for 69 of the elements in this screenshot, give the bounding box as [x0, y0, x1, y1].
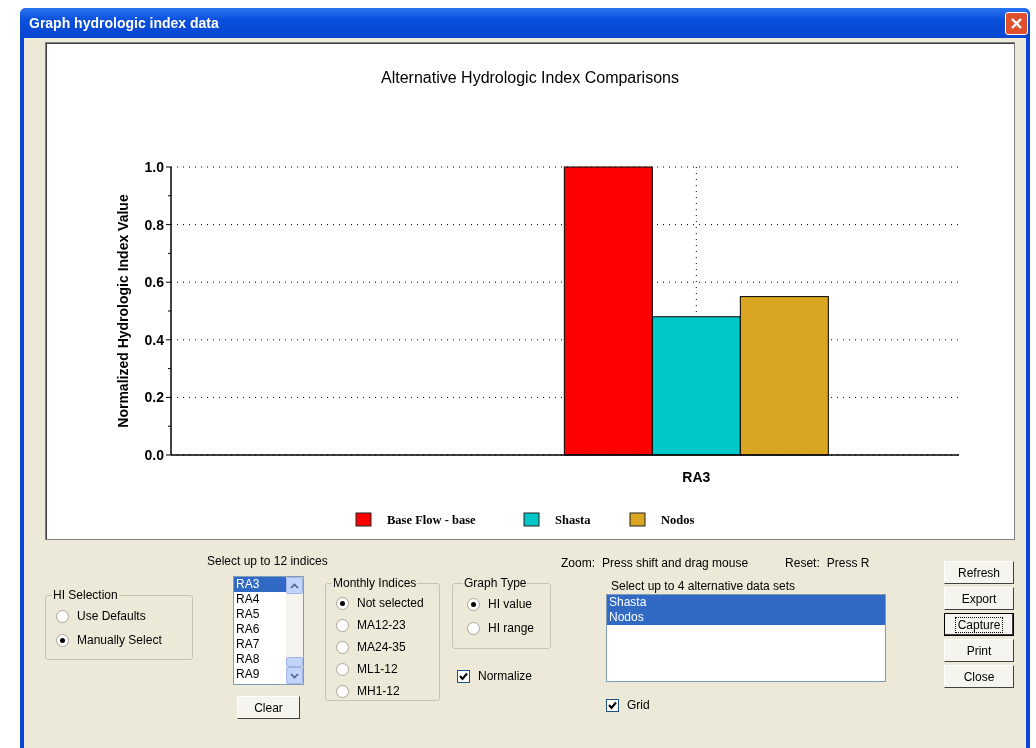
list-item[interactable]: RA3 [234, 577, 286, 592]
radio-button[interactable] [336, 618, 349, 632]
chevron-up-icon[interactable] [290, 582, 299, 589]
radio-label[interactable]: MH1-12 [357, 684, 400, 698]
list-item[interactable]: RA9 [234, 667, 286, 682]
legend-swatch [629, 512, 646, 527]
radio-button[interactable] [56, 633, 69, 647]
list-item[interactable]: Nodos [607, 610, 885, 625]
indices-listbox[interactable]: RA3 RA4 RA5 RA6 RA7 RA8 RA9 [233, 576, 304, 685]
radio-button[interactable] [336, 684, 349, 698]
radio-label[interactable]: HI range [488, 621, 535, 635]
datasets-listbox[interactable]: Shasta Nodos [606, 594, 886, 682]
dialog-button[interactable]: Export [944, 587, 1014, 610]
datasets-label: Select up to 4 alternative data sets [611, 579, 797, 594]
radio-button[interactable] [467, 621, 480, 635]
group-title: Graph Type [463, 576, 528, 590]
list-item[interactable]: RA6 [234, 622, 286, 637]
radio-label[interactable]: ML1-12 [357, 662, 398, 676]
legend-label: Nodos [661, 513, 695, 527]
radio-label[interactable]: MA12-23 [357, 618, 406, 632]
axis-title: Normalized Hydrologic Index Value [115, 194, 131, 428]
hint-text: Press shift and drag mouse [602, 556, 749, 572]
dialog-button[interactable]: Refresh [944, 561, 1014, 584]
list-item[interactable]: RA8 [234, 652, 286, 667]
tick-label: 1.0 [144, 159, 164, 175]
radio-label[interactable]: Use Defaults [77, 609, 146, 623]
group-title: HI Selection [52, 588, 119, 602]
radio-label[interactable]: Not selected [357, 596, 424, 610]
radio-button[interactable] [56, 609, 69, 623]
radio-button[interactable] [336, 640, 349, 654]
list-item[interactable]: RA4 [234, 592, 286, 607]
close-icon[interactable] [1005, 11, 1028, 35]
legend-label: Shasta [555, 513, 591, 527]
checkbox-label[interactable]: Normalize [478, 669, 532, 683]
tick-label: 0.8 [144, 216, 164, 233]
radio-label[interactable]: HI value [488, 597, 533, 611]
radio-label[interactable]: MA24-35 [357, 640, 406, 654]
legend-label: Base Flow - base [387, 513, 476, 527]
tick-label: 0.4 [144, 331, 164, 348]
radio-button[interactable] [336, 596, 349, 610]
hint-text: Press R [826, 556, 870, 572]
window-title: Graph hydrologic index data [29, 15, 219, 31]
clear-button[interactable]: Clear [237, 696, 300, 719]
group-title: Monthly Indices [332, 576, 418, 590]
dialog-button[interactable]: Close [944, 665, 1014, 688]
chart-title: Alternative Hydrologic Index Comparisons [381, 69, 679, 86]
legend-swatch [523, 512, 540, 527]
dialog-button[interactable]: Capture [944, 613, 1014, 636]
tick-label: 0.2 [144, 389, 164, 406]
tick-label: 0.0 [144, 447, 164, 463]
scroll-thumb[interactable] [286, 657, 303, 667]
indices-label: Select up to 12 indices [207, 554, 329, 570]
list-item[interactable]: RA7 [234, 637, 286, 652]
legend-swatch [355, 512, 372, 527]
radio-button[interactable] [336, 662, 349, 676]
tick-label: 0.6 [144, 274, 164, 291]
list-item[interactable]: Shasta [607, 595, 885, 610]
hint-label: Zoom: [561, 556, 595, 572]
radio-label[interactable]: Manually Select [77, 633, 162, 647]
checkbox[interactable] [606, 698, 619, 712]
scrollbar[interactable] [286, 577, 303, 684]
list-item[interactable]: RA5 [234, 607, 286, 622]
category-label: RA3 [682, 469, 711, 485]
chevron-down-icon[interactable] [290, 672, 299, 679]
hint-label: Reset: [785, 556, 820, 572]
radio-button[interactable] [467, 597, 480, 611]
checkbox-label[interactable]: Grid [627, 698, 650, 712]
dialog-button[interactable]: Print [944, 639, 1014, 662]
checkbox[interactable] [457, 669, 470, 683]
